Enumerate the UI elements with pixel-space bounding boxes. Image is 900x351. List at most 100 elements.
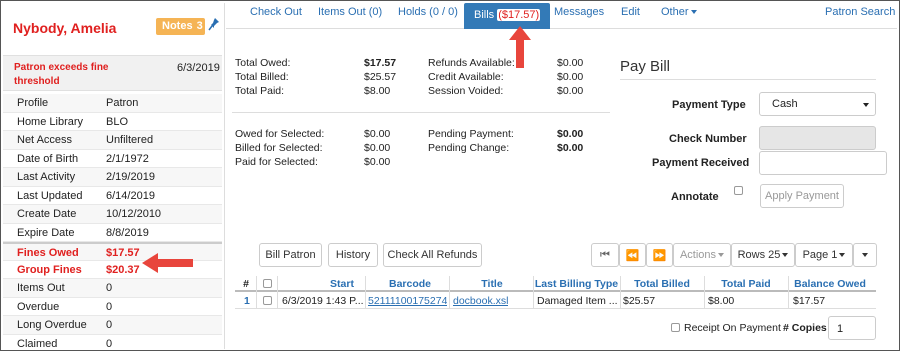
total-owed-value: $17.57 xyxy=(364,57,397,69)
info-row-last-activity: Last Activity 2/19/2019 xyxy=(3,168,222,187)
total-billed-label: Total Billed: xyxy=(235,71,289,83)
info-row-overdue: Overdue 0 xyxy=(3,298,222,316)
col-header-total-billed[interactable]: Total Billed xyxy=(620,278,704,290)
tab-holds[interactable]: Holds (0 / 0) xyxy=(398,6,458,18)
first-page-button[interactable]: ⏮ xyxy=(591,243,619,267)
rows-label: Rows 25 xyxy=(737,249,781,261)
rewind-icon: ⏪ xyxy=(625,250,640,262)
payment-type-label: Payment Type xyxy=(672,99,746,111)
receipt-checkbox[interactable] xyxy=(671,323,680,332)
rows-dropdown[interactable]: Rows 25 xyxy=(731,243,795,267)
history-button[interactable]: History xyxy=(328,243,378,267)
arrow-up-icon xyxy=(509,26,531,68)
patron-search-link[interactable]: Patron Search xyxy=(825,6,895,18)
actions-dropdown[interactable]: Actions xyxy=(673,243,731,267)
copies-input[interactable]: 1 xyxy=(828,316,876,340)
col-header-title[interactable]: Title xyxy=(451,278,533,290)
tab-items-out[interactable]: Items Out (0) xyxy=(318,6,382,18)
select-all-checkbox[interactable] xyxy=(263,279,272,288)
pending-change-value: $0.00 xyxy=(557,142,584,154)
fine-threshold-alert: Patron exceeds fine threshold 6/3/2019 xyxy=(3,55,222,91)
tab-edit[interactable]: Edit xyxy=(621,6,640,18)
notes-button[interactable]: Notes 3 xyxy=(156,18,205,35)
arrow-left-icon xyxy=(142,253,193,273)
owed-selected-label: Owed for Selected: xyxy=(235,128,325,140)
paid-selected-value: $0.00 xyxy=(364,156,391,168)
fast-forward-icon: ⏩ xyxy=(652,250,667,262)
payment-received-label: Payment Received xyxy=(652,157,750,169)
info-row-items-out: Items Out 0 xyxy=(3,279,222,298)
page-dropdown[interactable]: Page 1 xyxy=(795,243,853,267)
info-key: Date of Birth xyxy=(17,152,79,165)
pending-change-label: Pending Change: xyxy=(428,142,510,154)
tab-other[interactable]: Other xyxy=(661,6,697,18)
patron-name: Nybody, Amelia xyxy=(13,20,117,36)
more-options-button[interactable] xyxy=(853,243,877,267)
info-key: Overdue xyxy=(17,300,60,313)
paid-selected-label: Paid for Selected: xyxy=(235,156,318,168)
tab-bills-label: Bills xyxy=(474,9,495,21)
col-header-balance-owed[interactable]: Balance Owed xyxy=(788,278,872,290)
col-header-billing-type[interactable]: Last Billing Type xyxy=(533,278,620,290)
info-value: 2/19/2019 xyxy=(106,171,155,183)
apply-payment-button[interactable]: Apply Payment xyxy=(760,184,844,208)
check-number-label: Check Number xyxy=(669,133,747,145)
notes-count: 3 xyxy=(196,20,203,32)
info-value: 8/8/2019 xyxy=(106,226,149,239)
info-row-profile: Profile Patron xyxy=(3,94,222,113)
billed-selected-value: $0.00 xyxy=(364,142,391,154)
check-number-input[interactable] xyxy=(759,126,876,150)
chevron-down-icon xyxy=(718,253,725,258)
credit-value: $0.00 xyxy=(557,71,584,83)
info-value: $20.37 xyxy=(106,263,140,276)
col-header-total-paid[interactable]: Total Paid xyxy=(704,278,788,290)
row-start: 6/3/2019 1:43 P... xyxy=(282,295,364,307)
pending-payment-value: $0.00 xyxy=(557,128,584,140)
table-row[interactable]: 1 6/3/2019 1:43 P... 52111100175274 docb… xyxy=(235,293,876,309)
info-value: 0 xyxy=(106,282,113,294)
info-row-last-updated: Last Updated 6/14/2019 xyxy=(3,187,222,205)
owed-selected-value: $0.00 xyxy=(364,128,391,140)
info-key: Expire Date xyxy=(17,226,75,239)
info-key: Net Access xyxy=(17,134,73,146)
tab-other-label: Other xyxy=(661,6,689,18)
col-header-barcode[interactable]: Barcode xyxy=(367,278,453,290)
row-balance: $17.57 xyxy=(793,295,826,307)
copies-label: # Copies xyxy=(783,322,827,334)
total-paid-label: Total Paid: xyxy=(235,85,285,97)
prev-page-button[interactable]: ⏪ xyxy=(619,243,646,267)
row-total-paid: $8.00 xyxy=(708,295,735,307)
annotate-checkbox[interactable] xyxy=(734,186,743,195)
row-select-checkbox[interactable] xyxy=(263,296,272,305)
check-all-refunds-button[interactable]: Check All Refunds xyxy=(383,243,482,267)
pay-bill-divider xyxy=(620,79,876,80)
info-value: Patron xyxy=(106,97,139,109)
refunds-label: Refunds Available: xyxy=(428,57,515,69)
tab-check-out[interactable]: Check Out xyxy=(250,6,302,18)
info-key: Create Date xyxy=(17,208,77,220)
bill-patron-button[interactable]: Bill Patron xyxy=(259,243,322,267)
info-row-expire-date: Expire Date 8/8/2019 xyxy=(3,224,222,242)
info-value: $17.57 xyxy=(106,247,140,259)
info-row-claimed: Claimed 0 xyxy=(3,335,222,351)
info-value: 6/14/2019 xyxy=(106,189,155,202)
row-num: 1 xyxy=(244,295,250,307)
info-value: 0 xyxy=(106,337,113,350)
info-key: Last Activity xyxy=(17,171,76,183)
info-row-long-overdue: Long Overdue 0 xyxy=(3,316,222,335)
payment-received-input[interactable] xyxy=(759,151,887,175)
pin-icon[interactable] xyxy=(208,17,220,31)
summary-divider xyxy=(232,112,610,113)
chevron-down-icon xyxy=(862,253,868,258)
row-barcode-link[interactable]: 52111100175274 xyxy=(368,295,447,307)
bills-amount: ($17.57) xyxy=(497,9,541,21)
tab-messages[interactable]: Messages xyxy=(554,6,604,18)
row-total-billed: $25.57 xyxy=(623,295,656,307)
next-page-button[interactable]: ⏩ xyxy=(646,243,673,267)
info-key: Fines Owed xyxy=(17,247,79,259)
annotate-label: Annotate xyxy=(671,191,719,203)
row-title-link[interactable]: docbook.xsl xyxy=(453,295,508,307)
notes-label: Notes xyxy=(162,20,193,32)
info-key: Long Overdue xyxy=(17,319,87,331)
payment-type-select[interactable]: Cash xyxy=(759,92,876,116)
